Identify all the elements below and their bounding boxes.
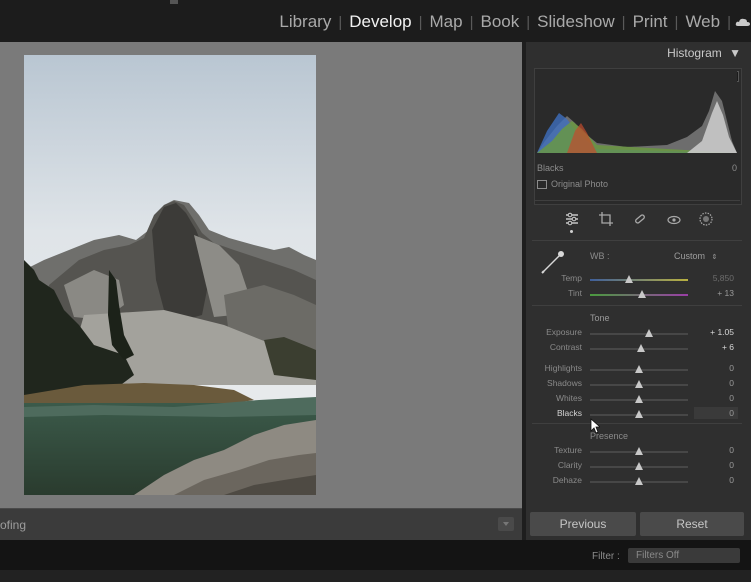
previous-button[interactable]: Previous bbox=[530, 512, 636, 536]
filmstrip-header: Filter : Filters Off bbox=[0, 540, 751, 582]
histogram-graph bbox=[537, 71, 737, 153]
exposure-slider-row[interactable]: Exposure + 1.05 bbox=[532, 327, 742, 341]
checkbox-icon[interactable] bbox=[537, 179, 547, 189]
photo-preview bbox=[24, 55, 316, 495]
blacks-thumb[interactable] bbox=[635, 410, 643, 418]
temp-label: Temp bbox=[561, 273, 582, 283]
contrast-thumb[interactable] bbox=[636, 344, 645, 352]
clarity-label: Clarity bbox=[557, 460, 582, 470]
module-map[interactable]: Map bbox=[423, 12, 470, 32]
clarity-thumb[interactable] bbox=[635, 462, 643, 470]
contrast-slider-row[interactable]: Contrast + 6 bbox=[532, 342, 742, 356]
original-photo-label: Original Photo bbox=[551, 179, 609, 189]
tone-section-title: Tone bbox=[590, 313, 610, 323]
module-slideshow[interactable]: Slideshow bbox=[530, 12, 622, 32]
clarity-slider-row[interactable]: Clarity 0 bbox=[532, 460, 742, 474]
histogram-title: Histogram bbox=[667, 46, 722, 60]
crop-icon[interactable] bbox=[598, 211, 614, 227]
dehaze-value[interactable]: 0 bbox=[729, 475, 734, 485]
shadows-slider-row[interactable]: Shadows 0 bbox=[532, 378, 742, 392]
exposure-thumb[interactable] bbox=[644, 329, 653, 337]
shadows-thumb[interactable] bbox=[635, 380, 643, 388]
texture-label: Texture bbox=[554, 445, 582, 455]
section-divider bbox=[532, 423, 742, 424]
whites-slider-row[interactable]: Whites 0 bbox=[532, 393, 742, 407]
tool-strip bbox=[534, 200, 740, 241]
panel-buttons: Previous Reset bbox=[526, 512, 751, 538]
module-separator: | bbox=[727, 13, 731, 31]
texture-value[interactable]: 0 bbox=[729, 445, 734, 455]
red-eye-icon[interactable] bbox=[666, 211, 682, 227]
exposure-value[interactable]: + 1.05 bbox=[710, 327, 734, 337]
toolbar: ofing bbox=[0, 508, 522, 541]
texture-slider-row[interactable]: Texture 0 bbox=[532, 445, 742, 459]
wb-preset-value: Custom bbox=[674, 251, 706, 261]
temp-slider-row[interactable]: Temp 5,850 bbox=[532, 273, 742, 287]
histogram-readout-value: 0 bbox=[731, 163, 737, 173]
module-book[interactable]: Book bbox=[474, 12, 527, 32]
exposure-track[interactable] bbox=[590, 333, 688, 335]
image-viewer[interactable] bbox=[0, 42, 522, 508]
tint-label: Tint bbox=[568, 288, 582, 298]
whites-value[interactable]: 0 bbox=[729, 393, 734, 403]
texture-thumb[interactable] bbox=[635, 447, 643, 455]
histogram[interactable]: Blacks 0 Original Photo bbox=[534, 68, 742, 205]
edit-sliders-icon[interactable] bbox=[564, 211, 580, 227]
eyedropper-icon[interactable] bbox=[538, 247, 568, 275]
healing-icon[interactable] bbox=[632, 211, 648, 227]
updown-icon: ⇕ bbox=[711, 254, 718, 261]
masking-icon[interactable] bbox=[698, 211, 714, 227]
module-web[interactable]: Web bbox=[678, 12, 727, 32]
dehaze-thumb[interactable] bbox=[635, 477, 643, 485]
temp-track[interactable] bbox=[590, 279, 688, 281]
filter-value: Filters Off bbox=[636, 550, 680, 561]
highlights-thumb[interactable] bbox=[635, 365, 643, 373]
filter-select[interactable]: Filters Off bbox=[628, 548, 740, 563]
collapse-triangle-icon[interactable]: ▼ bbox=[729, 46, 741, 60]
module-picker: Library | Develop | Map | Book | Slidesh… bbox=[272, 12, 751, 32]
contrast-value[interactable]: + 6 bbox=[722, 342, 734, 352]
cloud-icon[interactable] bbox=[735, 17, 751, 27]
highlights-label: Highlights bbox=[544, 363, 582, 373]
tint-thumb[interactable] bbox=[637, 290, 646, 298]
whites-label: Whites bbox=[556, 393, 582, 403]
module-bar: Library | Develop | Map | Book | Slidesh… bbox=[0, 0, 751, 42]
highlights-slider-row[interactable]: Highlights 0 bbox=[532, 363, 742, 377]
shadows-value[interactable]: 0 bbox=[729, 378, 734, 388]
soft-proofing-label[interactable]: ofing bbox=[0, 518, 26, 532]
wb-label: WB : bbox=[590, 251, 610, 261]
mouse-cursor-icon bbox=[590, 418, 600, 434]
reset-button[interactable]: Reset bbox=[640, 512, 744, 536]
contrast-label: Contrast bbox=[549, 342, 582, 352]
highlights-value[interactable]: 0 bbox=[729, 363, 734, 373]
histogram-header[interactable]: Histogram ▼ bbox=[667, 46, 741, 60]
original-photo-toggle[interactable]: Original Photo bbox=[537, 179, 608, 189]
temp-value[interactable]: 5,850 bbox=[713, 273, 734, 283]
dehaze-slider-row[interactable]: Dehaze 0 bbox=[532, 475, 742, 489]
wb-preset-select[interactable]: Custom ⇕ bbox=[674, 251, 717, 261]
top-stub bbox=[170, 0, 178, 4]
blacks-value[interactable]: 0 bbox=[729, 408, 734, 418]
module-develop[interactable]: Develop bbox=[342, 12, 418, 32]
temp-thumb[interactable] bbox=[625, 275, 634, 283]
clarity-value[interactable]: 0 bbox=[729, 460, 734, 470]
whites-thumb[interactable] bbox=[635, 395, 643, 403]
module-print[interactable]: Print bbox=[626, 12, 675, 32]
section-divider bbox=[532, 305, 742, 306]
dehaze-label: Dehaze bbox=[552, 475, 582, 485]
toolbar-menu-icon[interactable] bbox=[498, 517, 514, 531]
shadows-label: Shadows bbox=[547, 378, 582, 388]
blacks-slider-row[interactable]: Blacks 0 bbox=[532, 407, 742, 422]
filter-label: Filter : bbox=[592, 551, 620, 562]
develop-panel: Histogram ▼ Blacks 0 Original Photo WB:… bbox=[526, 42, 751, 540]
histogram-readout-label: Blacks bbox=[537, 163, 564, 173]
blacks-label: Blacks bbox=[556, 408, 582, 418]
active-tool-indicator bbox=[570, 230, 573, 233]
tint-value[interactable]: + 13 bbox=[717, 288, 734, 298]
exposure-label: Exposure bbox=[546, 327, 582, 337]
basic-panel: WB : Custom ⇕ Temp 5,850 Tint + 13 Tone … bbox=[532, 240, 742, 541]
tint-slider-row[interactable]: Tint + 13 bbox=[532, 288, 742, 302]
filmstrip[interactable] bbox=[0, 570, 751, 582]
module-library[interactable]: Library bbox=[272, 12, 338, 32]
